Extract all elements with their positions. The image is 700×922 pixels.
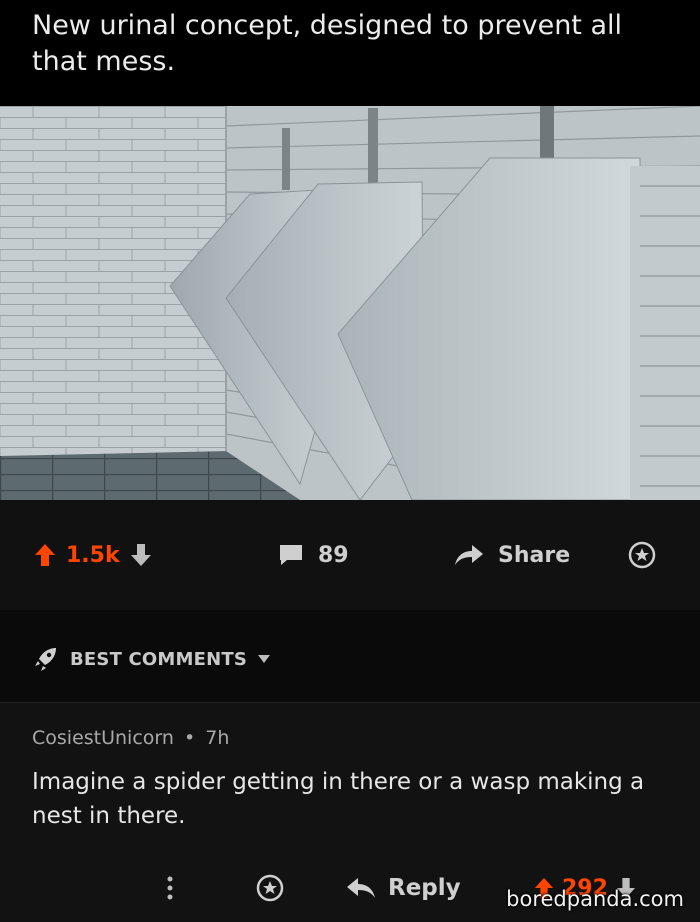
- award-icon: [256, 874, 284, 902]
- share-arrow-icon: [454, 543, 484, 567]
- comment-author[interactable]: CosiestUnicorn: [32, 727, 174, 749]
- meta-separator: •: [183, 727, 196, 749]
- comment-sort-bar: BEST COMMENTS: [0, 610, 700, 702]
- comments-count: 89: [318, 542, 349, 568]
- upvote-arrow-icon[interactable]: [34, 543, 56, 567]
- post-image[interactable]: [0, 106, 700, 500]
- chevron-down-icon: [257, 654, 271, 664]
- downvote-arrow-icon[interactable]: [130, 543, 152, 567]
- sort-dropdown[interactable]: BEST COMMENTS: [32, 646, 271, 672]
- watermark: boredpanda.com: [506, 887, 684, 911]
- comments-button[interactable]: 89: [278, 500, 349, 610]
- award-icon: [628, 541, 656, 569]
- reply-arrow-icon: [346, 877, 376, 899]
- post-action-bar: 1.5k 89 Share: [0, 500, 700, 610]
- vote-group: 1.5k: [34, 500, 152, 610]
- post-score: 1.5k: [66, 542, 120, 568]
- comment-body: Imagine a spider getting in there or a w…: [32, 769, 645, 829]
- post-title: New urinal concept, designed to prevent …: [32, 10, 623, 77]
- reply-button[interactable]: Reply: [346, 863, 461, 913]
- award-button[interactable]: [628, 500, 656, 610]
- reply-label: Reply: [388, 875, 461, 901]
- more-vertical-icon: [166, 875, 174, 901]
- comment-bubble-icon: [278, 543, 304, 567]
- comment-time: 7h: [205, 727, 230, 749]
- share-button[interactable]: Share: [454, 500, 570, 610]
- comment-award-button[interactable]: [256, 863, 284, 913]
- rocket-icon: [32, 646, 58, 672]
- sort-label: BEST COMMENTS: [70, 648, 248, 670]
- share-label: Share: [498, 542, 571, 568]
- more-options-button[interactable]: [166, 863, 174, 913]
- comment-meta: CosiestUnicorn • 7h: [32, 727, 229, 749]
